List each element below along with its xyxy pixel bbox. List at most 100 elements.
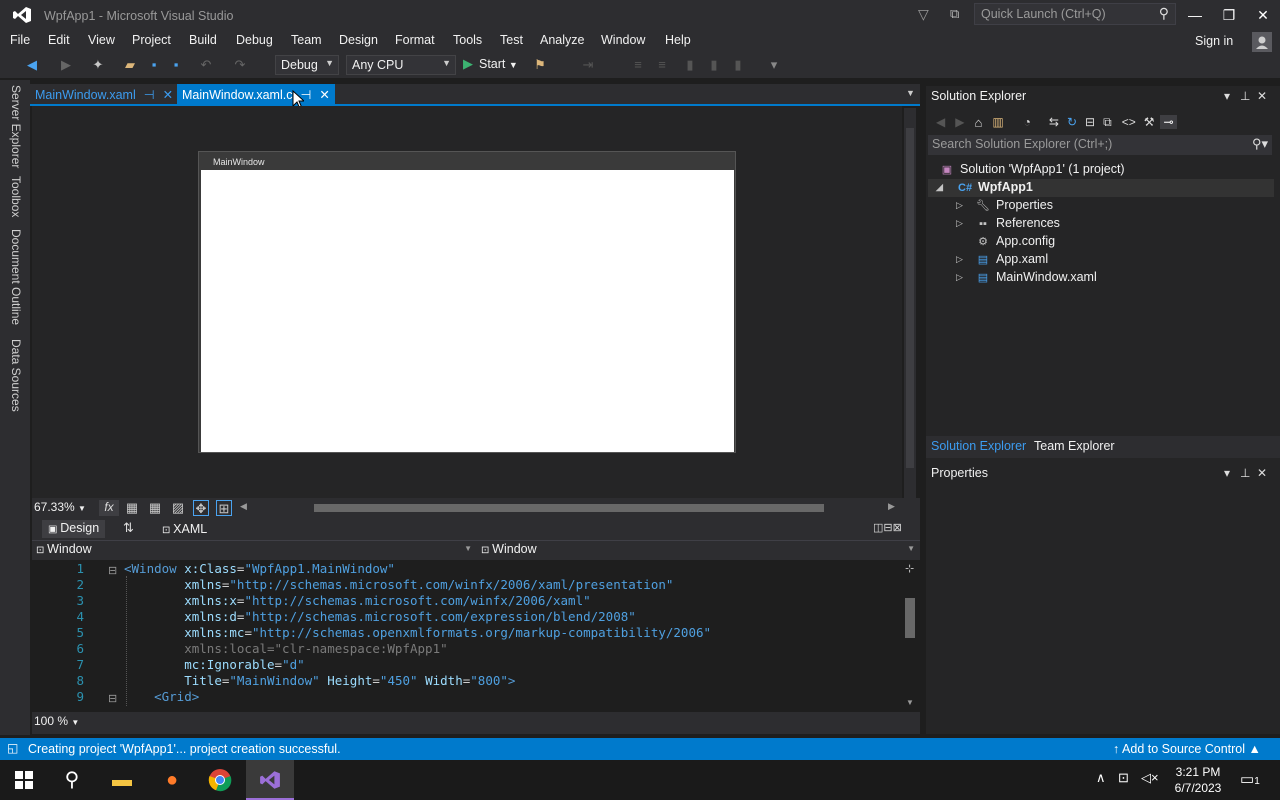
artboard-background-icon[interactable]: ▨ (170, 500, 186, 516)
code-line[interactable]: 3 xmlns:x="http://schemas.microsoft.com/… (32, 593, 898, 609)
save-icon[interactable]: ▪ (146, 57, 162, 73)
snap-to-snaplines-icon[interactable]: ✥ (193, 500, 209, 516)
tree-item-properties[interactable]: ▷ 🔧︎ Properties (956, 196, 1053, 214)
panel-menu-icon[interactable]: ▾ (1224, 466, 1230, 480)
notifications-icon[interactable]: ▭1 (1240, 770, 1260, 788)
step-over-icon[interactable]: ⇥ (580, 57, 596, 73)
collapsed-arrow-icon[interactable]: ▷ (956, 214, 963, 232)
search-icon[interactable]: ⚲ (48, 760, 96, 800)
close-icon[interactable]: ✕ (1257, 466, 1267, 480)
collapse-all-icon[interactable]: ⊟ (1085, 115, 1095, 129)
scroll-left-icon[interactable]: ◀ (240, 501, 247, 512)
xaml-pane-tab[interactable]: ⊡ XAML (162, 522, 207, 536)
grid-toggle-icon[interactable]: ▦ (124, 500, 140, 516)
next-bookmark-icon[interactable]: ▮ (730, 57, 746, 73)
code-line[interactable]: 7 mc:Ignorable="d" (32, 657, 898, 673)
pin-icon[interactable]: ⊣ (144, 88, 155, 102)
file-explorer-icon[interactable]: ▬ (98, 760, 146, 800)
code-vertical-scrollbar[interactable]: ⊹ ▼ (902, 560, 918, 712)
menu-help[interactable]: Help (665, 33, 691, 47)
design-window-preview[interactable]: MainWindow (198, 151, 736, 453)
design-window-client-area[interactable] (201, 170, 734, 452)
expanded-arrow-icon[interactable]: ◢ (936, 178, 943, 196)
panel-menu-icon[interactable]: ▾ (1224, 89, 1230, 103)
code-line[interactable]: 9 <Grid> (32, 689, 898, 705)
menu-window[interactable]: Window (601, 33, 645, 47)
pending-changes-icon[interactable]: ◔ (1024, 115, 1031, 129)
firefox-icon[interactable]: ● (148, 760, 196, 800)
split-icon[interactable]: ⊹ (905, 562, 914, 575)
quick-launch-input[interactable]: Quick Launch (Ctrl+Q) ⚲ (974, 3, 1176, 25)
menu-analyze[interactable]: Analyze (540, 33, 584, 47)
scrollbar-thumb[interactable] (906, 128, 914, 468)
menu-format[interactable]: Format (395, 33, 435, 47)
menu-debug[interactable]: Debug (236, 33, 273, 47)
tab-document-outline[interactable]: Document Outline (9, 229, 23, 325)
scroll-down-icon[interactable]: ▼ (906, 698, 914, 707)
menu-tools[interactable]: Tools (453, 33, 482, 47)
tab-data-sources[interactable]: Data Sources (9, 339, 23, 412)
account-avatar-icon[interactable] (1252, 32, 1272, 52)
menu-team[interactable]: Team (291, 33, 322, 47)
code-line[interactable]: 4 xmlns:d="http://schemas.microsoft.com/… (32, 609, 898, 625)
tree-item-solution[interactable]: ▣ Solution 'WpfApp1' (1 project) (940, 160, 1125, 178)
preview-selected-icon[interactable]: ⊸ (1160, 115, 1177, 129)
project-code-icon[interactable]: ⊞ (216, 500, 232, 516)
volume-muted-icon[interactable]: ◁× (1141, 770, 1159, 786)
tree-item-app-xaml[interactable]: ▷ ▤ App.xaml (956, 250, 1048, 268)
network-icon[interactable]: ⊡ (1118, 770, 1129, 786)
undo-icon[interactable]: ↶ (198, 57, 214, 73)
restore-button[interactable]: ❐ (1214, 4, 1244, 26)
taskbar-clock[interactable]: 3:21 PM 6/7/2023 (1162, 764, 1234, 796)
redo-icon[interactable]: ↷ (232, 57, 248, 73)
bookmark-icon[interactable]: ▮ (682, 57, 698, 73)
fx-effects-button[interactable]: fx (99, 500, 119, 516)
menu-edit[interactable]: Edit (48, 33, 70, 47)
menu-build[interactable]: Build (189, 33, 217, 47)
chrome-icon[interactable] (196, 760, 244, 800)
tab-overflow-icon[interactable]: ▼ (906, 88, 915, 98)
navigate-forward-icon[interactable]: ▶ (58, 57, 74, 73)
sync-icon[interactable]: ⇆ (1049, 115, 1059, 129)
nav-left-dropdown[interactable]: ⊡ Window ▼ (36, 542, 474, 556)
tree-item-app-config[interactable]: ⚙ App.config (976, 232, 1055, 250)
show-all-files-icon[interactable]: ⧉ (1103, 115, 1112, 130)
tab-solution-explorer[interactable]: Solution Explorer (931, 439, 1026, 453)
solution-explorer-search-input[interactable]: Search Solution Explorer (Ctrl+;) ⚲▾ (928, 135, 1272, 155)
collapsed-arrow-icon[interactable]: ▷ (956, 250, 963, 268)
prev-bookmark-icon[interactable]: ▮ (706, 57, 722, 73)
configuration-dropdown[interactable]: Debug ▼ (275, 55, 339, 75)
close-icon[interactable]: ✕ (319, 88, 329, 102)
visual-studio-taskbar-icon[interactable] (246, 760, 294, 800)
menu-test[interactable]: Test (500, 33, 523, 47)
swap-panes-icon[interactable]: ⇅ (123, 520, 134, 536)
minimize-button[interactable]: — (1180, 4, 1210, 26)
doc-tab-mainwindow-xaml[interactable]: MainWindow.xaml ⊣ ✕ (30, 84, 178, 104)
navigate-back-icon[interactable]: ◀ (24, 57, 40, 73)
back-icon[interactable]: ◀ (936, 115, 945, 129)
pin-icon[interactable]: ⊥ (1240, 89, 1250, 103)
platform-dropdown[interactable]: Any CPU ▼ (346, 55, 456, 75)
indent-icon[interactable]: ≡ (654, 57, 670, 73)
tab-server-explorer[interactable]: Server Explorer (9, 85, 23, 168)
browser-link-icon[interactable]: ⚑ (532, 57, 548, 73)
pin-icon[interactable]: ⊥ (1240, 466, 1250, 480)
tree-item-mainwindow-xaml[interactable]: ▷ ▤ MainWindow.xaml (956, 268, 1097, 286)
collapsed-arrow-icon[interactable]: ▷ (956, 268, 963, 286)
notification-filter-icon[interactable]: ▽ (918, 6, 929, 23)
snap-gridlines-icon[interactable]: ▦ (147, 500, 163, 516)
designer-vertical-scrollbar[interactable] (904, 108, 916, 498)
save-all-icon[interactable]: ▪ (168, 57, 184, 73)
collapse-window-icon[interactable]: ⊟ (108, 564, 117, 577)
view-code-icon[interactable]: <> (1122, 115, 1136, 129)
toolbar-overflow-icon[interactable]: ▾ (766, 57, 782, 73)
open-file-icon[interactable]: ▰ (122, 57, 138, 73)
xaml-code-editor[interactable]: 1 <Window x:Class="WpfApp1.MainWindow" 2 x… (32, 560, 902, 712)
tab-team-explorer[interactable]: Team Explorer (1034, 439, 1115, 453)
code-line[interactable]: 2 xmlns="http://schemas.microsoft.com/wi… (32, 577, 898, 593)
menu-view[interactable]: View (88, 33, 115, 47)
code-line[interactable]: 1 <Window x:Class="WpfApp1.MainWindow" (32, 561, 898, 577)
menu-project[interactable]: Project (132, 33, 171, 47)
scrollbar-thumb[interactable] (905, 598, 915, 638)
nav-right-dropdown[interactable]: ⊡ Window ▼ (481, 542, 917, 556)
